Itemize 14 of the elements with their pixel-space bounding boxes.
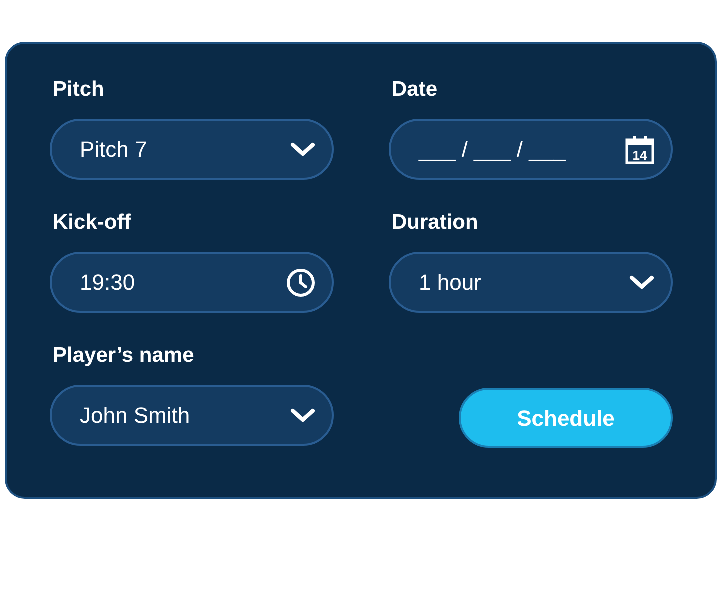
- chevron-down-icon: [629, 274, 655, 290]
- select-field[interactable]: Pitch 7: [50, 119, 334, 180]
- select-field[interactable]: John Smith: [50, 385, 334, 446]
- field-label: Pitch: [53, 77, 106, 103]
- clock-icon: [286, 268, 316, 298]
- select-field[interactable]: 1 hour: [389, 252, 673, 313]
- chevron-down-icon: [290, 408, 316, 424]
- field-label: Duration: [392, 210, 480, 236]
- field-label: Date: [392, 77, 439, 103]
- date-field[interactable]: ___ / ___ / ___ 14: [389, 119, 673, 180]
- time-field[interactable]: 19:30: [50, 252, 334, 313]
- field-label: Player’s name: [53, 343, 196, 369]
- field-label: Kick-off: [53, 210, 132, 236]
- chevron-down-icon: [290, 142, 316, 158]
